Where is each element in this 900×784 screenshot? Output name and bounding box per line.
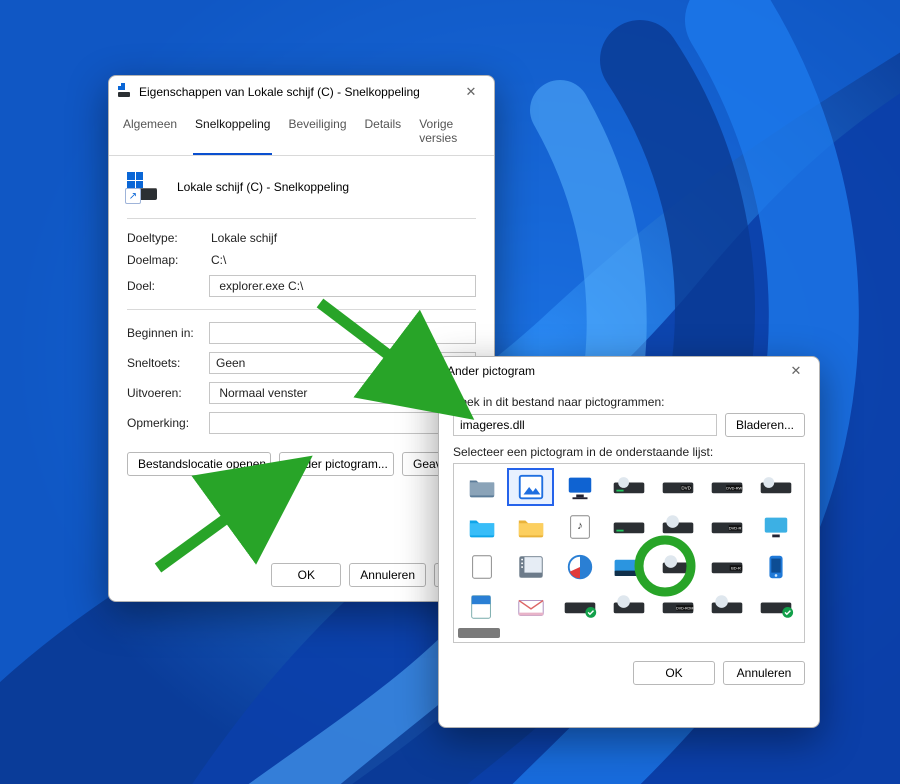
icon-item[interactable]: DVD-RW bbox=[704, 468, 751, 506]
target-input[interactable] bbox=[209, 275, 476, 297]
icon-item[interactable] bbox=[458, 548, 505, 586]
select-icon-label: Selecteer een pictogram in de onderstaan… bbox=[453, 445, 805, 459]
icon-item[interactable] bbox=[556, 548, 603, 586]
target-type-label: Doeltype: bbox=[127, 231, 207, 245]
icon-list-scrollbar[interactable] bbox=[458, 628, 500, 638]
change-icon-button[interactable]: Ander pictogram... bbox=[279, 452, 394, 476]
ok-button[interactable]: OK bbox=[271, 563, 341, 587]
icon-item[interactable] bbox=[507, 548, 554, 586]
tabstrip: Algemeen Snelkoppeling Beveiliging Detai… bbox=[109, 107, 494, 156]
target-dir-label: Doelmap: bbox=[127, 253, 207, 267]
icon-item[interactable] bbox=[753, 548, 800, 586]
display-name: Lokale schijf (C) - Snelkoppeling bbox=[177, 180, 349, 194]
titlebar-icon bbox=[117, 82, 133, 101]
icon-item[interactable] bbox=[655, 508, 702, 546]
properties-window: Eigenschappen van Lokale schijf (C) - Sn… bbox=[108, 75, 495, 602]
dialog-cancel-button[interactable]: Annuleren bbox=[723, 661, 805, 685]
icon-file-input[interactable] bbox=[453, 414, 717, 436]
run-select[interactable] bbox=[209, 382, 476, 404]
svg-text:♪: ♪ bbox=[577, 520, 583, 532]
dialog-ok-button[interactable]: OK bbox=[633, 661, 715, 685]
svg-text:DVD-RW: DVD-RW bbox=[727, 486, 743, 491]
tab-previous-versions[interactable]: Vorige versies bbox=[417, 113, 482, 155]
run-label: Uitvoeren: bbox=[127, 386, 207, 400]
hotkey-input[interactable] bbox=[209, 352, 476, 374]
tab-security[interactable]: Beveiliging bbox=[286, 113, 348, 155]
icon-item[interactable] bbox=[655, 548, 702, 586]
comment-label: Opmerking: bbox=[127, 416, 207, 430]
svg-text:DVD-ROM: DVD-ROM bbox=[676, 607, 693, 611]
svg-text:DVD: DVD bbox=[681, 486, 691, 491]
tab-details[interactable]: Details bbox=[363, 113, 404, 155]
tab-shortcut[interactable]: Snelkoppeling bbox=[193, 113, 272, 155]
start-in-label: Beginnen in: bbox=[127, 326, 207, 340]
close-button[interactable]: ✕ bbox=[456, 84, 486, 100]
target-label: Doel: bbox=[127, 279, 207, 293]
cancel-button[interactable]: Annuleren bbox=[349, 563, 426, 587]
icon-list: DVD DVD-RW ♪ DVD-R BD-R bbox=[453, 463, 805, 643]
icon-item[interactable]: ♪ bbox=[556, 508, 603, 546]
change-icon-dialog: Ander pictogram ✕ Zoek in dit bestand na… bbox=[438, 356, 820, 728]
open-file-location-button[interactable]: Bestandslocatie openen bbox=[127, 452, 271, 476]
tab-general[interactable]: Algemeen bbox=[121, 113, 179, 155]
icon-item[interactable] bbox=[556, 588, 603, 626]
icon-item[interactable] bbox=[605, 468, 652, 506]
icon-item[interactable]: BD-R bbox=[704, 548, 751, 586]
svg-text:DVD-R: DVD-R bbox=[729, 526, 742, 531]
comment-input[interactable] bbox=[209, 412, 476, 434]
shortcut-icon: ↗ bbox=[127, 172, 161, 202]
icon-item[interactable] bbox=[507, 508, 554, 546]
dialog-close-button[interactable]: ✕ bbox=[781, 363, 811, 379]
icon-item[interactable]: DVD-ROM bbox=[655, 588, 702, 626]
icon-item[interactable] bbox=[605, 508, 652, 546]
icon-item[interactable] bbox=[507, 468, 554, 506]
dialog-title: Ander pictogram bbox=[447, 364, 775, 378]
icon-item[interactable] bbox=[556, 468, 603, 506]
icon-item[interactable] bbox=[458, 468, 505, 506]
icon-item[interactable] bbox=[753, 588, 800, 626]
shortcut-overlay-icon: ↗ bbox=[125, 188, 141, 204]
icon-item[interactable] bbox=[605, 588, 652, 626]
hotkey-label: Sneltoets: bbox=[127, 356, 207, 370]
icon-item[interactable] bbox=[605, 548, 652, 586]
icon-item[interactable] bbox=[458, 588, 505, 626]
window-title: Eigenschappen van Lokale schijf (C) - Sn… bbox=[139, 85, 450, 99]
icon-item[interactable] bbox=[704, 588, 751, 626]
icon-item[interactable]: DVD bbox=[655, 468, 702, 506]
browse-button[interactable]: Bladeren... bbox=[725, 413, 805, 437]
icon-item[interactable]: DVD-R bbox=[704, 508, 751, 546]
target-dir-value: C:\ bbox=[209, 253, 476, 267]
icon-item[interactable] bbox=[507, 588, 554, 626]
search-file-label: Zoek in dit bestand naar pictogrammen: bbox=[453, 395, 805, 409]
svg-text:BD-R: BD-R bbox=[731, 566, 741, 571]
icon-item[interactable] bbox=[753, 468, 800, 506]
target-type-value: Lokale schijf bbox=[209, 231, 476, 245]
start-in-input[interactable] bbox=[209, 322, 476, 344]
icon-item[interactable] bbox=[753, 508, 800, 546]
icon-item[interactable] bbox=[458, 508, 505, 546]
